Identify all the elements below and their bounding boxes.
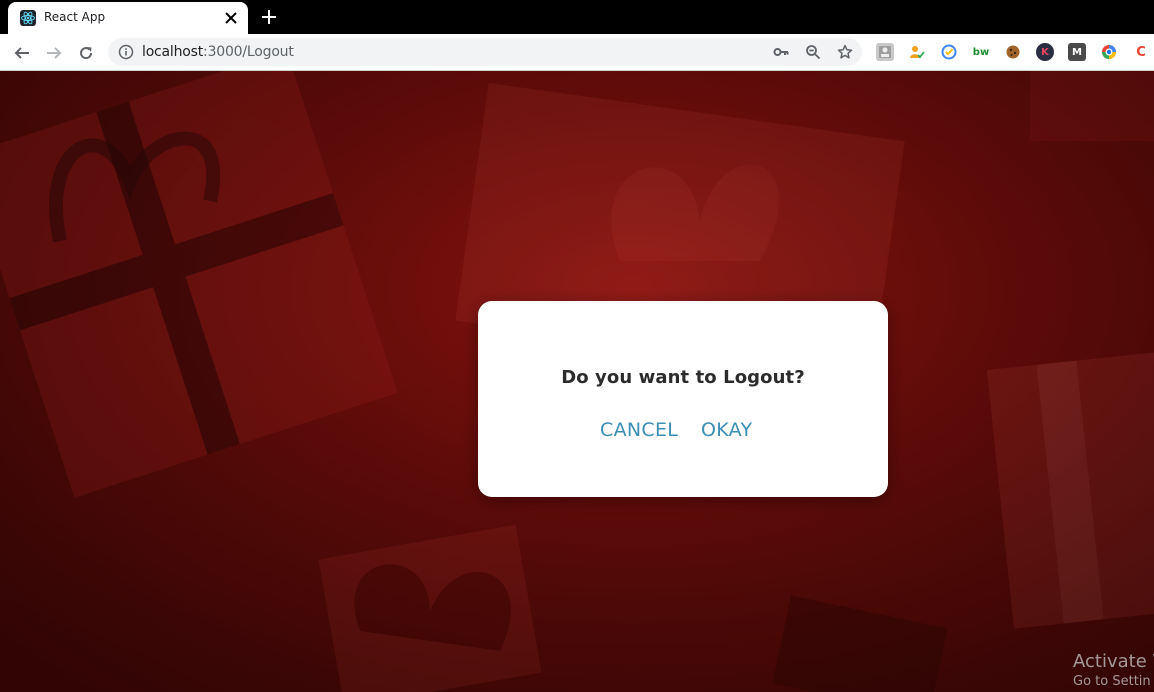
extension-bw-icon[interactable]: bw xyxy=(972,43,990,61)
address-bar[interactable]: localhost:3000/Logout xyxy=(108,38,862,66)
forward-icon[interactable] xyxy=(41,40,67,66)
extension-3-icon[interactable] xyxy=(940,43,958,61)
page-background: Do you want to Logout? CANCEL OKAY Activ… xyxy=(0,71,1154,692)
windows-activation-watermark: Activate W Go to Settin xyxy=(1073,651,1154,691)
extension-cookie-icon[interactable] xyxy=(1004,43,1022,61)
cancel-button[interactable]: CANCEL xyxy=(600,419,678,441)
url-host: localhost xyxy=(142,44,204,60)
dialog-title: Do you want to Logout? xyxy=(561,367,805,388)
extension-2-icon[interactable] xyxy=(908,43,926,61)
tab-close-icon[interactable] xyxy=(222,9,240,27)
extension-c-icon[interactable]: C xyxy=(1132,43,1150,61)
reload-icon[interactable] xyxy=(73,40,99,66)
extension-1-icon[interactable] xyxy=(876,43,894,61)
logout-dialog: Do you want to Logout? CANCEL OKAY xyxy=(478,301,888,497)
back-icon[interactable] xyxy=(9,40,35,66)
tab-strip: React App xyxy=(0,0,1154,34)
watermark-subtitle: Go to Settin xyxy=(1073,674,1151,689)
react-logo-icon xyxy=(20,10,36,26)
zoom-icon[interactable] xyxy=(804,43,822,61)
info-icon[interactable] xyxy=(118,44,134,60)
key-icon[interactable] xyxy=(772,43,790,61)
url-path: :3000/Logout xyxy=(203,44,294,60)
browser-toolbar: localhost:3000/Logout bw K M C xyxy=(0,34,1154,71)
bookmark-star-icon[interactable] xyxy=(836,43,854,61)
tab-title: React App xyxy=(44,10,106,24)
extension-m-icon[interactable]: M xyxy=(1068,43,1086,61)
url-text[interactable]: localhost:3000/Logout xyxy=(142,44,294,60)
extension-color-icon[interactable] xyxy=(1100,43,1118,61)
plus-icon[interactable] xyxy=(259,7,279,27)
watermark-title: Activate W xyxy=(1073,651,1154,672)
extension-k-icon[interactable]: K xyxy=(1036,43,1054,61)
okay-button[interactable]: OKAY xyxy=(701,419,752,441)
browser-tab[interactable]: React App xyxy=(8,2,248,34)
